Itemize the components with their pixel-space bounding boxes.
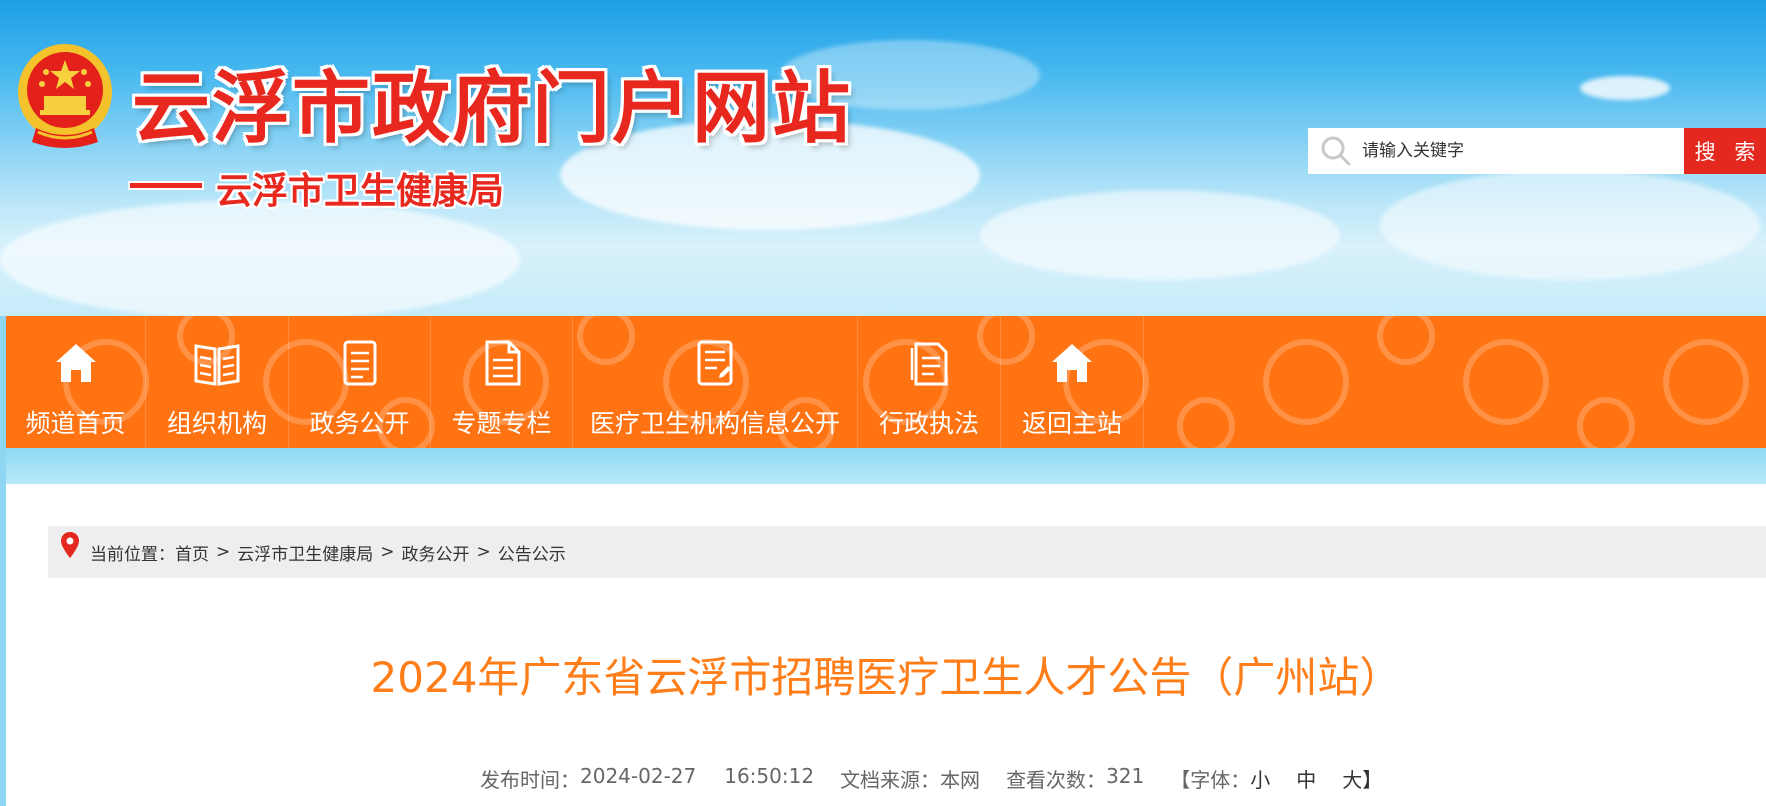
nav-item-back-to-main-site[interactable]: 返回主站 — [1001, 316, 1144, 448]
breadcrumb-separator: > — [216, 542, 231, 562]
nav-item-administrative-enforcement[interactable]: 行政执法 — [858, 316, 1001, 448]
nav-label: 行政执法 — [878, 409, 979, 438]
cloud-decoration — [980, 190, 1340, 280]
home-icon — [55, 344, 96, 382]
breadcrumb-prefix: 当前位置： — [90, 544, 175, 565]
nav-label: 政务公开 — [309, 409, 410, 438]
nav-item-special-topics[interactable]: 专题专栏 — [431, 316, 573, 448]
publish-time: 16:50:12 — [724, 764, 815, 788]
nav-label: 专题专栏 — [451, 409, 552, 438]
cloud-decoration — [0, 200, 520, 316]
subtitle-dash — [130, 183, 202, 188]
file-icon — [485, 340, 520, 386]
publish-date: 2024-02-27 — [580, 764, 697, 788]
nav-label: 医疗卫生机构信息公开 — [589, 409, 840, 438]
main-content: 当前位置： 首页 > 云浮市卫生健康局 > 政务公开 > 公告公示 2024年广… — [6, 484, 1766, 806]
site-title: 云浮市政府门户网站 — [132, 63, 853, 154]
font-size-bracket-end: 】 — [1362, 768, 1383, 792]
site-header: 云浮市政府门户网站 云浮市卫生健康局 搜 索 — [0, 0, 1766, 316]
search-icon — [1321, 136, 1351, 166]
meta-spacer — [814, 764, 840, 793]
source-value: 本网 — [940, 768, 981, 792]
breadcrumb: 当前位置： 首页 > 云浮市卫生健康局 > 政务公开 > 公告公示 — [48, 526, 1766, 578]
national-emblem-icon — [18, 44, 112, 148]
font-size-small[interactable]: 小 — [1250, 764, 1270, 793]
search-box — [1308, 128, 1684, 174]
book-icon — [194, 344, 240, 386]
publish-label: 发布时间： — [480, 768, 580, 792]
breadcrumb-link-health-bureau[interactable]: 云浮市卫生健康局 — [237, 540, 373, 565]
meta-spacer — [1144, 764, 1170, 793]
font-size-large[interactable]: 大 — [1342, 764, 1362, 793]
breadcrumb-link-government-affairs[interactable]: 政务公开 — [402, 540, 470, 565]
document-icon — [343, 340, 376, 386]
form-icon — [697, 340, 733, 386]
views-count: 321 — [1106, 764, 1145, 788]
nav-bottom-strip — [6, 448, 1766, 484]
breadcrumb-link-home[interactable]: 首页 — [175, 540, 209, 565]
font-size-medium[interactable]: 中 — [1296, 764, 1316, 793]
views-label: 查看次数： — [1006, 768, 1107, 792]
site-subtitle: 云浮市卫生健康局 — [216, 171, 505, 212]
meta-spacer — [1270, 764, 1296, 793]
nav-label: 组织机构 — [166, 409, 267, 438]
main-nav: 频道首页 组织机构 政务公开 专题专栏 医疗卫生机构信息公开 行政执法 返回主站 — [6, 316, 1766, 448]
source-label: 文档来源： — [840, 768, 941, 792]
meta-spacer — [1316, 764, 1342, 793]
breadcrumb-separator: > — [476, 542, 491, 562]
breadcrumb-separator: > — [380, 542, 395, 562]
home-icon — [1052, 344, 1092, 382]
meta-spacer — [696, 764, 724, 793]
meta-spacer — [980, 764, 1006, 793]
breadcrumb-link-announcements[interactable]: 公告公示 — [498, 540, 566, 565]
nav-label: 频道首页 — [25, 409, 126, 438]
nav-item-channel-home[interactable]: 频道首页 — [6, 316, 146, 448]
search-button[interactable]: 搜 索 — [1684, 128, 1766, 174]
report-icon — [910, 342, 948, 386]
nav-item-government-affairs[interactable]: 政务公开 — [289, 316, 431, 448]
article-title: 2024年广东省云浮市招聘医疗卫生人才公告（广州站） — [370, 653, 1402, 702]
nav-item-medical-institution-info[interactable]: 医疗卫生机构信息公开 — [573, 316, 858, 448]
cloud-decoration — [1380, 170, 1760, 280]
location-pin-icon — [61, 532, 79, 558]
nav-item-organization[interactable]: 组织机构 — [146, 316, 289, 448]
search-input[interactable] — [1354, 130, 1674, 172]
cloud-decoration — [1580, 76, 1670, 100]
nav-label: 返回主站 — [1021, 409, 1122, 438]
font-size-label: 【字体： — [1170, 768, 1251, 792]
article-meta: 发布时间： 2024-02-27 16:50:12 文档来源： 本网 查看次数：… — [480, 764, 1382, 793]
